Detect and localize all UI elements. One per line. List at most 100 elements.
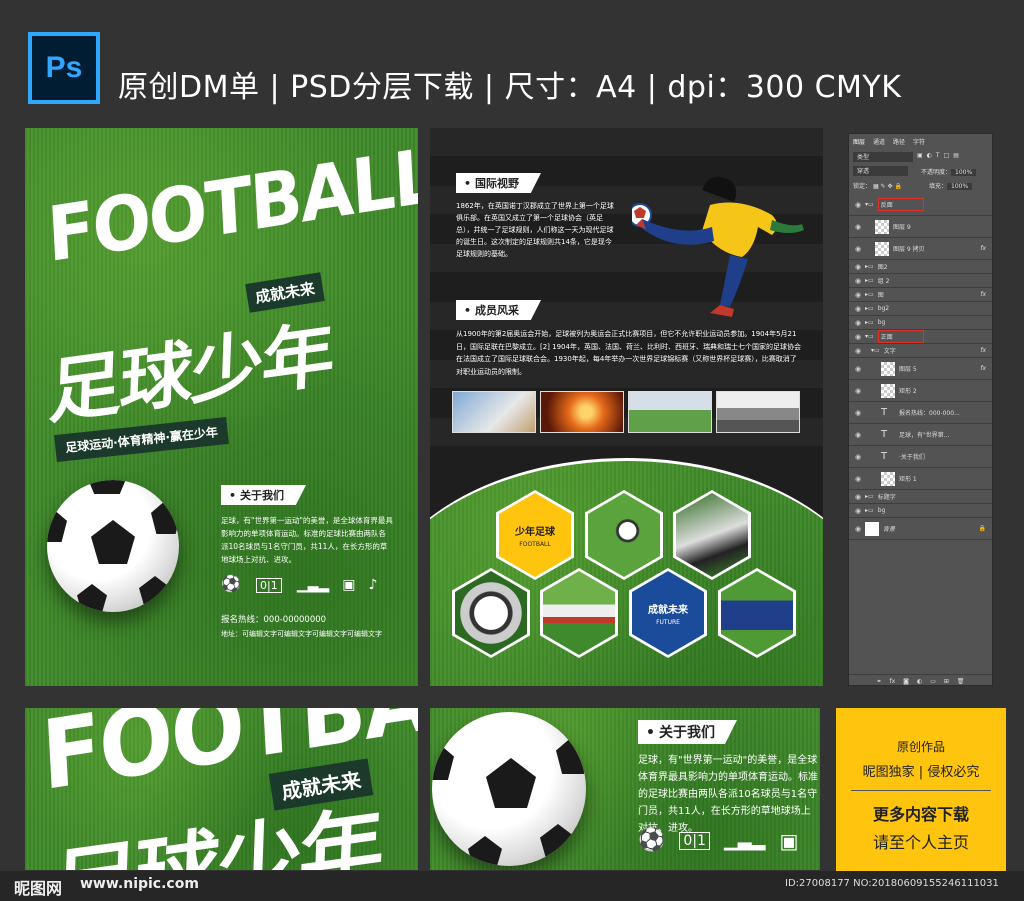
layer-row[interactable]: ◉ ▸▭ bg	[849, 504, 992, 518]
preview-about-crop: 关于我们 足球，有"世界第一运动"的美誉，是全球体育界最具影响力的单项体育运动。…	[430, 708, 820, 870]
about-us-tag: 关于我们	[221, 485, 307, 505]
layer-row[interactable]: ◉ ▸▭ bg	[849, 316, 992, 330]
layer-row[interactable]: ◉ ▸▭ 组 2	[849, 274, 992, 288]
visibility-eye-icon[interactable]: ◉	[855, 507, 865, 515]
layer-thumbnail	[875, 219, 889, 234]
icon-row-large: ⚽ 0|1 ▁▃▂ ▣	[638, 828, 798, 853]
hex-yellow-title: 少年足球	[515, 526, 555, 538]
kicking-player-illustration	[632, 176, 804, 317]
blend-mode-select[interactable]: 穿透	[853, 166, 908, 176]
lock-pixels-icon[interactable]: ▦	[873, 183, 879, 190]
filter-smart-icon[interactable]: ▤	[953, 152, 959, 159]
promo-box: 原创作品 昵图独家 | 侵权必究 更多内容下载 请至个人主页	[836, 708, 1006, 871]
layer-row[interactable]: ◉ T 报名热线：000-000...	[849, 402, 992, 424]
layer-row[interactable]: ◉ 图层 5 fx	[849, 358, 992, 380]
intl-vision-text: 1862年，在英国诺丁汉郡成立了世界上第一个足球俱乐部。在英国又成立了第一个足球…	[456, 202, 614, 258]
members-text: 从1900年的第2届奥运会开始，足球被列为奥运会正式比赛项目，但它不允许职业运动…	[456, 330, 801, 376]
visibility-eye-icon[interactable]: ◉	[855, 525, 865, 533]
filter-pixel-icon[interactable]: ▣	[917, 152, 923, 159]
folder-open-icon: ▾▭	[865, 201, 874, 208]
tab-layers[interactable]: 图层	[853, 137, 865, 146]
layer-row[interactable]: ◉ ▾▭ 反面	[849, 194, 992, 216]
layer-thumbnail	[881, 383, 895, 398]
lock-move-icon[interactable]: ✥	[887, 183, 892, 190]
visibility-eye-icon[interactable]: ◉	[855, 453, 865, 461]
layer-row[interactable]: ◉ 矩形 2	[849, 380, 992, 402]
photo-stadium	[628, 391, 712, 433]
mask-icon[interactable]: ◙	[903, 678, 909, 685]
hotline: 报名热线：000-00000000	[221, 615, 327, 625]
layer-row[interactable]: ◉ ▸▭ 图2	[849, 260, 992, 274]
soccer-ball-icon	[432, 712, 586, 866]
visibility-eye-icon[interactable]: ◉	[855, 277, 865, 285]
lock-controls: 锁定： ▦ ✎ ✥ 🔒	[853, 183, 902, 190]
icon-row: ⚽ 0|1 ▁▃▂ ▣ ♪	[221, 574, 401, 593]
layer-row[interactable]: ◉ ▾▭ 文字 fx	[849, 344, 992, 358]
visibility-eye-icon[interactable]: ◉	[855, 245, 865, 253]
hex-blue-sub: FUTURE	[656, 618, 680, 626]
link-icon[interactable]: ⚭	[876, 678, 881, 685]
filter-text-icon[interactable]: T	[936, 152, 940, 159]
layer-row[interactable]: ◉ T 足球，有"世界第...	[849, 424, 992, 446]
layer-row[interactable]: ◉ 背景 🔒	[849, 518, 992, 540]
layer-row[interactable]: ◉ 矩形 1	[849, 468, 992, 490]
layer-thumbnail	[881, 361, 895, 376]
tab-character[interactable]: 字符	[913, 137, 925, 146]
lock-all-icon[interactable]: 🔒	[894, 183, 901, 190]
soccer-ball-small-icon: ⚽	[638, 828, 666, 853]
visibility-eye-icon[interactable]: ◉	[855, 387, 865, 395]
intl-vision-tag: 国际视野	[456, 173, 542, 193]
filter-shape-icon[interactable]: □	[944, 152, 950, 159]
trash-icon[interactable]: 🗑	[957, 678, 965, 685]
layer-row[interactable]: ◉ 图层 9	[849, 216, 992, 238]
visibility-eye-icon[interactable]: ◉	[855, 431, 865, 439]
layer-row[interactable]: ◉ ▾▭ 正面	[849, 330, 992, 344]
podium-icon: ▁▃▂	[723, 830, 766, 851]
visibility-eye-icon[interactable]: ◉	[855, 493, 865, 501]
new-group-icon[interactable]: ▭	[930, 678, 936, 685]
layer-row[interactable]: ◉ ▸▭ 标题字	[849, 490, 992, 504]
layer-row[interactable]: ◉ T ·关于我们	[849, 446, 992, 468]
layer-row[interactable]: ◉ ▸▭ 图 fx	[849, 288, 992, 302]
visibility-eye-icon[interactable]: ◉	[855, 263, 865, 271]
visibility-eye-icon[interactable]: ◉	[855, 347, 865, 355]
adjustment-icon[interactable]: ◐	[917, 678, 922, 685]
filter-adjust-icon[interactable]: ◐	[927, 152, 932, 159]
visibility-eye-icon[interactable]: ◉	[855, 319, 865, 327]
photoshop-logo: Ps	[28, 32, 100, 104]
fx-icon[interactable]: fx	[889, 678, 895, 685]
visibility-eye-icon[interactable]: ◉	[855, 305, 865, 313]
visibility-eye-icon[interactable]: ◉	[855, 201, 865, 209]
visibility-eye-icon[interactable]: ◉	[855, 291, 865, 299]
soccer-ball-icon	[47, 480, 179, 612]
visibility-eye-icon[interactable]: ◉	[855, 333, 865, 341]
photo-stadium-bw	[716, 391, 800, 433]
site-url[interactable]: www.nipic.com	[80, 876, 199, 892]
tab-paths[interactable]: 路径	[893, 137, 905, 146]
scoreboard-icon: 0|1	[679, 831, 710, 850]
fill-control[interactable]: 填充： 100%	[929, 181, 973, 190]
folder-icon: ▸▭	[865, 305, 874, 312]
folder-open-icon: ▾▭	[865, 333, 874, 340]
visibility-eye-icon[interactable]: ◉	[855, 365, 865, 373]
opacity-control[interactable]: 不透明度： 100%	[921, 167, 977, 176]
tab-channels[interactable]: 通道	[873, 137, 885, 146]
visibility-eye-icon[interactable]: ◉	[855, 409, 865, 417]
text-layer-icon: T	[881, 451, 888, 462]
new-layer-icon[interactable]: ⊞	[944, 678, 949, 685]
kind-filter[interactable]: 类型	[853, 152, 913, 162]
layer-row[interactable]: ◉ 图层 9 拷贝 fx	[849, 238, 992, 260]
front-poster: FOOTBALL 成就未来 足球少年 足球运动·体育精神·赢在少年 关于我们 足…	[25, 128, 418, 686]
folder-icon: ▸▭	[865, 277, 874, 284]
folder-icon: ▸▭	[865, 507, 874, 514]
layer-row[interactable]: ◉ ▸▭ bg2	[849, 302, 992, 316]
folder-open-icon: ▾▭	[871, 347, 880, 354]
photo-fire-ball	[540, 391, 624, 433]
lock-brush-icon[interactable]: ✎	[881, 183, 886, 190]
image-id: ID:27008177 NO:20180609155246111031	[785, 878, 999, 889]
visibility-eye-icon[interactable]: ◉	[855, 223, 865, 231]
hex-yellow-sub: FOOTBALL	[519, 540, 551, 548]
folder-icon: ▸▭	[865, 319, 874, 326]
visibility-eye-icon[interactable]: ◉	[855, 475, 865, 483]
panel-tabs: 图层 通道 路径 字符	[853, 137, 925, 146]
